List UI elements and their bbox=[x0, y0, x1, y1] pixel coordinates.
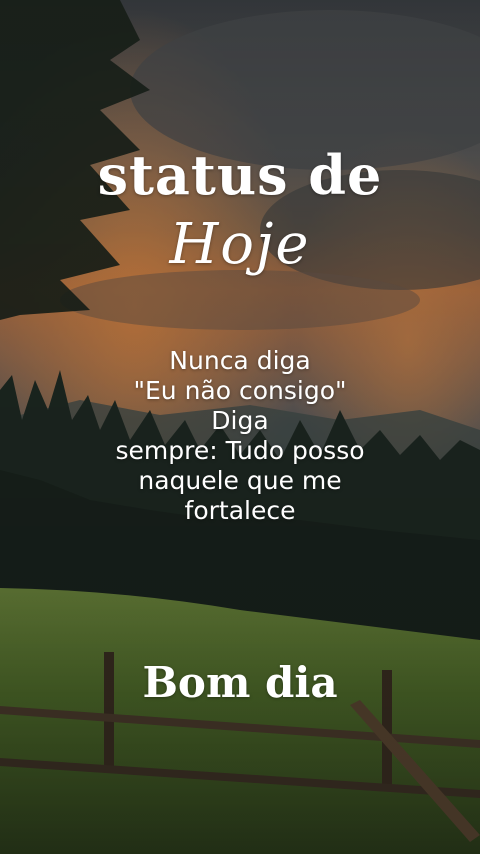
quote-line: Nunca diga bbox=[169, 346, 311, 375]
status-card: status de Hoje Nunca diga "Eu não consig… bbox=[0, 0, 480, 854]
quote-line: sempre: Tudo posso bbox=[115, 436, 365, 465]
greeting-bom-dia: Bom dia bbox=[142, 658, 338, 707]
quote-line: "Eu não consigo" bbox=[133, 376, 347, 405]
quote-line: naquele que me bbox=[138, 466, 342, 495]
title-hoje-script: Hoje bbox=[169, 212, 311, 277]
quote-line: fortalece bbox=[184, 496, 296, 525]
quote-text: Nunca diga "Eu não consigo" Diga sempre:… bbox=[0, 346, 480, 526]
title-status-de: status de bbox=[97, 143, 383, 207]
quote-line: Diga bbox=[211, 406, 269, 435]
